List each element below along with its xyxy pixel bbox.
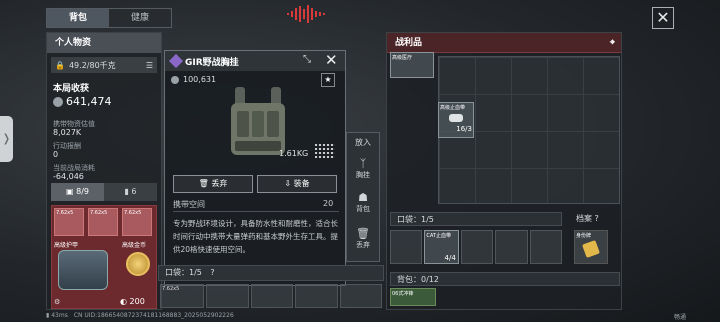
gold-label: 高级金币 (122, 242, 147, 249)
ammo-slot[interactable]: 7.62x5 (54, 208, 84, 236)
pocket-cell[interactable] (250, 284, 294, 308)
ammo-slot[interactable]: 7.62x5 (88, 208, 118, 236)
tab-backpack[interactable]: 背包 (47, 9, 109, 27)
panel-title: 个人物资 (47, 33, 161, 53)
green-loot-item[interactable]: 06式冲锋 (390, 288, 436, 306)
pocket-cell[interactable] (390, 230, 423, 264)
armor-label: 高级护甲 (54, 242, 79, 249)
item-weight: 1.61KG (279, 149, 309, 158)
uid-text: CN UID:1866540872374181168883_2025052902… (73, 312, 234, 319)
pocket-help-icon[interactable]: ? (210, 268, 214, 277)
capacity-row: 🔒 49.2/80千克 ☰ (51, 57, 157, 73)
space-label: 携带空间 (173, 200, 205, 209)
price-row: 100,631 (171, 75, 216, 84)
tab-health[interactable]: 健康 (109, 9, 171, 27)
price-value: 100,631 (183, 75, 217, 84)
backpack-button[interactable]: ☗ 背包 (347, 191, 379, 214)
ammo-slot[interactable]: 7.62x5 (122, 208, 152, 236)
tab-equipment[interactable]: ▣ 8/9 (51, 183, 104, 201)
pocket-cell[interactable] (529, 230, 563, 264)
grid-size-icon (315, 144, 335, 158)
close-popup-icon[interactable]: ✕ (325, 51, 338, 69)
action-report-value: 0 (53, 150, 59, 159)
side-expand-handle[interactable]: ❭ (0, 116, 13, 162)
pocket-cell[interactable] (460, 230, 494, 264)
pocket-cell[interactable] (339, 284, 383, 308)
pocket-cell[interactable] (295, 284, 338, 308)
archive-help-icon[interactable]: ? (595, 214, 599, 223)
capacity-value: 49.2/80千克 (68, 60, 116, 70)
list-icon[interactable]: ☰ (146, 61, 153, 70)
chest-rig-button[interactable]: ᛉ 胸挂 (347, 157, 379, 180)
durability-count: ◐ 200 (120, 297, 145, 306)
loot-title: 战利品 (395, 38, 423, 48)
equipment-area: 7.62x5 7.62x5 7.62x5 高级护甲 高级金币 ⚙ ◐ 200 (51, 205, 157, 309)
audio-signal-icon (287, 5, 325, 23)
signal-icon: ▮ (46, 312, 50, 319)
armor-item[interactable] (58, 250, 108, 290)
loot-item-top-left[interactable]: 高级医疗 (390, 52, 434, 78)
bandage-icon (449, 114, 463, 122)
space-value: 20 (323, 199, 334, 208)
loot-pocket-bar: 口袋：1/5 (390, 212, 562, 226)
main-tabs: 背包 健康 (46, 8, 172, 28)
income-value: 641,474 (66, 95, 112, 108)
id-tag-item[interactable]: 身份牌 (574, 230, 608, 264)
trash-icon: 🗑 (356, 227, 370, 240)
equip-button[interactable]: ⇩ 装备 (257, 175, 337, 193)
gold-coin-icon[interactable] (126, 252, 150, 276)
divider (173, 211, 339, 212)
side-actions: 放入 ᛉ 胸挂 ☗ 背包 🗑 丢弃 (346, 132, 380, 262)
pocket-bar: 口袋：1/5 ? (158, 265, 384, 281)
coin-icon (53, 96, 63, 107)
pocket-cell[interactable] (495, 230, 528, 264)
network-status: 畅通 (673, 314, 686, 321)
item-description: 专为野战环境设计，具备防水性和耐磨性，适合长时间行动中携带大量弹药和基本野外生存… (173, 219, 338, 254)
weight-icon: 🔒 (55, 60, 65, 70)
id-tag-icon (582, 240, 600, 258)
settings-icon[interactable]: ⚙ (54, 298, 60, 306)
income-row: 641,474 (53, 95, 112, 108)
collapse-icon[interactable]: ⤡ (303, 54, 311, 65)
ping-value: 43ms (51, 312, 68, 319)
tab-consumables[interactable]: ▮ 6 (104, 183, 157, 201)
loot-backpack-bar: 背包：0/12 (390, 272, 620, 286)
cat-tourniquet-item[interactable]: CAT止血带 4/4 (424, 230, 459, 264)
status-bar: ▮ 43ms CN UID:1866540872374181168883_202… (46, 312, 686, 322)
carry-value: 8,027K (53, 128, 82, 137)
discard-button[interactable]: 🗑 丢弃 (173, 175, 253, 193)
item-detail-popup: GIR野战胸挂 ⤡ ✕ 100,631 ★ 1.61KG 🗑 丢弃 ⇩ 装备 携… (164, 50, 346, 286)
pocket-cell[interactable]: 7.62x5 (160, 284, 205, 308)
loot-bandage[interactable]: 高级止血带 16/3 (438, 102, 474, 138)
slot-tabs: ▣ 8/9 ▮ 6 (51, 183, 157, 201)
chest-rig-icon: ᛉ (359, 157, 367, 170)
put-in-button[interactable]: 放入 (347, 137, 379, 148)
backpack-icon: ☗ (358, 191, 368, 204)
location-pin-icon[interactable]: ⌖ (610, 33, 615, 53)
item-title: GIR野战胸挂 (185, 58, 239, 68)
discard-side-button[interactable]: 🗑 丢弃 (347, 227, 379, 250)
personal-supplies-panel: 个人物资 🔒 49.2/80千克 ☰ 本局收获 641,474 携带物资估值 8… (46, 32, 162, 310)
archive-header: 档案 ? (576, 214, 599, 223)
favorite-star-icon[interactable]: ★ (321, 73, 335, 87)
close-icon[interactable]: ✕ (652, 7, 674, 29)
loot-title-bar: 战利品 ⌖ (387, 33, 621, 53)
consumed-value: -64,046 (53, 172, 84, 181)
income-label: 本局收获 (53, 84, 90, 94)
coin-icon (171, 75, 179, 84)
pocket-cell[interactable] (206, 284, 249, 308)
pocket-label: 口袋：1/5 (165, 268, 202, 277)
loot-pocket-cells: CAT止血带 4/4 (390, 230, 563, 264)
pocket-cells: 7.62x5 (158, 282, 384, 310)
